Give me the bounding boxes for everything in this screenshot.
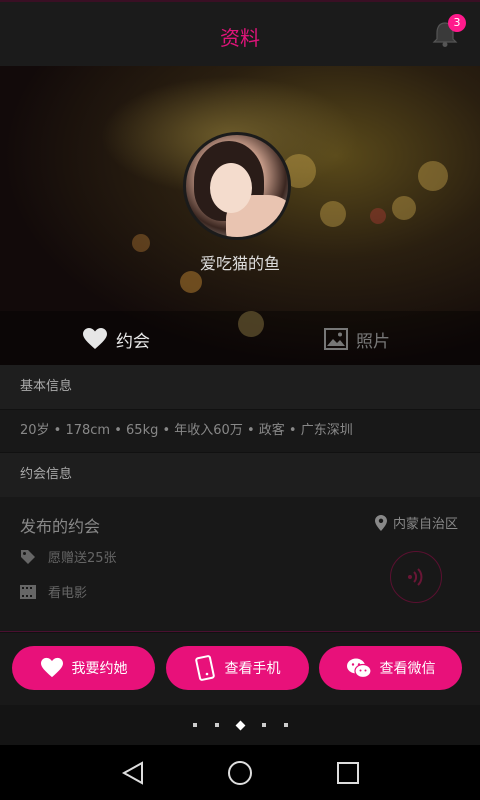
location-text: 内蒙自治区 xyxy=(392,517,458,532)
bokeh-light xyxy=(370,208,386,224)
heart-icon xyxy=(83,328,107,349)
page-title: 资料 xyxy=(220,26,260,50)
recents-icon[interactable] xyxy=(334,759,362,787)
voice-button[interactable] xyxy=(390,551,442,603)
date-info-panel: 发布的约会 内蒙自治区 愿赠送25张 看电影 xyxy=(0,497,480,632)
profile-tabs: 约会 照片 xyxy=(0,311,480,365)
gift-row: 愿赠送25张 xyxy=(20,547,117,566)
activity-row: 看电影 xyxy=(20,582,87,601)
bokeh-light xyxy=(418,161,448,191)
basic-info-heading: 基本信息 xyxy=(0,365,480,409)
notification-badge: 3 xyxy=(448,14,466,32)
profile-hero: 爱吃猫的鱼 约会 照片 xyxy=(0,66,480,365)
date-her-label: 我要约她 xyxy=(71,661,128,677)
view-wechat-button[interactable]: 查看微信 xyxy=(319,646,462,690)
activity-text: 看电影 xyxy=(48,586,88,601)
notification-button[interactable]: 3 xyxy=(432,14,466,48)
bokeh-light xyxy=(392,196,416,220)
image-icon xyxy=(324,328,348,350)
view-phone-button[interactable]: 查看手机 xyxy=(166,646,309,690)
tab-photos-label: 照片 xyxy=(356,331,390,352)
action-bar: 我要约她 查看手机 查看微信 xyxy=(0,633,480,705)
bokeh-light xyxy=(320,201,346,227)
wechat-icon xyxy=(346,658,372,679)
date-info-heading: 约会信息 xyxy=(0,453,480,497)
page-dot[interactable] xyxy=(283,723,288,727)
location-pin-icon xyxy=(374,514,387,531)
home-icon[interactable] xyxy=(226,759,254,787)
system-nav-bar xyxy=(0,745,480,800)
avatar[interactable] xyxy=(183,132,291,240)
back-icon[interactable] xyxy=(120,759,148,787)
basic-info-summary: 20岁 • 178cm • 65kg • 年收入60万 • 政客 • 广东深圳 xyxy=(0,410,480,452)
date-her-button[interactable]: 我要约她 xyxy=(12,646,155,690)
location: 内蒙自治区 xyxy=(374,513,458,532)
view-wechat-label: 查看微信 xyxy=(379,661,436,677)
page-indicator xyxy=(0,705,480,745)
avatar-face xyxy=(210,163,252,213)
nickname: 爱吃猫的鱼 xyxy=(199,254,280,273)
published-date-title: 发布的约会 xyxy=(20,517,101,536)
tag-icon xyxy=(21,549,35,564)
tab-date-label: 约会 xyxy=(116,331,150,352)
top-bar: 资料 3 xyxy=(0,0,480,66)
page-dot-active[interactable] xyxy=(235,720,245,730)
tab-photos[interactable]: 照片 xyxy=(324,325,390,353)
bokeh-light xyxy=(180,271,202,293)
sound-wave-icon xyxy=(408,568,423,586)
view-phone-label: 查看手机 xyxy=(224,661,281,677)
page-dot[interactable] xyxy=(214,723,219,727)
film-icon xyxy=(20,584,36,599)
tab-date[interactable]: 约会 xyxy=(82,325,150,353)
gift-text: 愿赠送25张 xyxy=(48,551,117,566)
phone-icon xyxy=(194,655,215,681)
page-dot[interactable] xyxy=(192,723,197,727)
heart-icon xyxy=(40,657,63,678)
page-dot[interactable] xyxy=(261,723,266,727)
